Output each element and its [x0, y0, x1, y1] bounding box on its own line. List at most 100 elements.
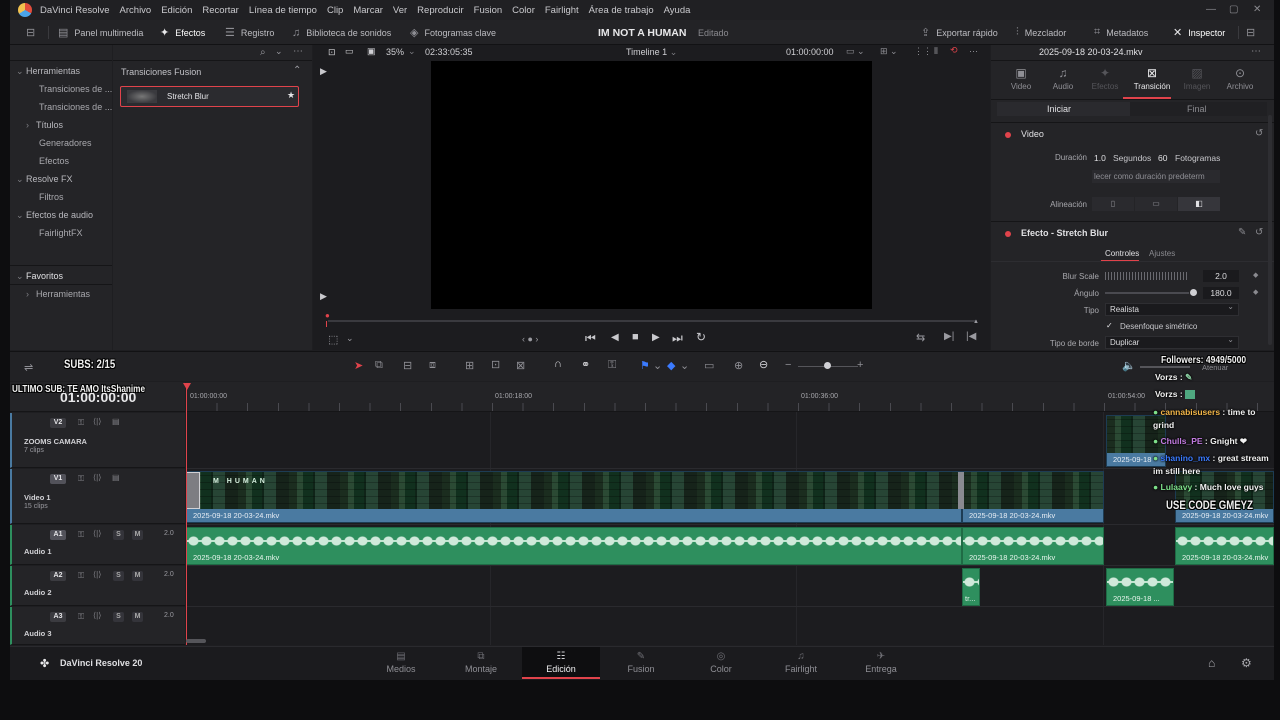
- lock-track-icon[interactable]: ⚿: [78, 530, 84, 540]
- sync-icon[interactable]: ⟲: [950, 45, 958, 61]
- home-icon[interactable]: ⌂: [1208, 656, 1215, 670]
- align-end-button[interactable]: ◧: [1178, 197, 1220, 211]
- inspector-scrollbar[interactable]: [1268, 115, 1272, 345]
- selection-tool-icon[interactable]: ➤: [354, 359, 363, 372]
- transition-handle[interactable]: [186, 472, 200, 509]
- sound-library-button[interactable]: ♫ Biblioteca de sonidos: [292, 20, 391, 45]
- blur-scale-slider[interactable]: [1105, 272, 1189, 280]
- track-video-enable-icon[interactable]: ▤: [112, 417, 120, 426]
- menu-archivo[interactable]: Archivo: [120, 5, 152, 16]
- play-icon[interactable]: ▶: [652, 332, 660, 343]
- page-entrega[interactable]: ✈ Entrega: [842, 647, 920, 679]
- subtab-iniciar[interactable]: Iniciar: [1047, 104, 1071, 114]
- zoom-dropdown-icon[interactable]: ⌄: [408, 46, 416, 62]
- subtab-final[interactable]: Final: [1187, 104, 1207, 114]
- v1-clip[interactable]: 2025-09-18 20-03-24.mkv: [962, 471, 1104, 523]
- maximize-icon[interactable]: ▢: [1229, 4, 1238, 15]
- menu-recortar[interactable]: Recortar: [202, 5, 238, 16]
- tree-fav-herramientas[interactable]: › Herramientas: [26, 289, 90, 299]
- mute-button[interactable]: M: [132, 571, 143, 581]
- angulo-slider[interactable]: [1105, 292, 1189, 294]
- solo-button[interactable]: S: [113, 571, 124, 581]
- close-icon[interactable]: ✕: [1253, 4, 1261, 15]
- next-edit-icon[interactable]: ▶|: [944, 331, 954, 342]
- menu-edicion[interactable]: Edición: [161, 5, 192, 16]
- align-center-button[interactable]: ▭: [1135, 197, 1177, 211]
- menu-clip[interactable]: Clip: [327, 5, 343, 16]
- tree-favoritos[interactable]: ⌄ Favoritos: [16, 271, 63, 282]
- viewer-options-icon[interactable]: ▭ ⌄: [846, 46, 865, 62]
- a1-clip[interactable]: 2025-09-18 20-03-24.mkv: [186, 527, 962, 565]
- inspector-more-icon[interactable]: ⋯: [1251, 46, 1261, 57]
- monitor-icon[interactable]: ▣: [367, 46, 376, 62]
- page-edicion[interactable]: ☷ Edición: [522, 647, 600, 679]
- fotogramas-value[interactable]: 60: [1158, 153, 1167, 163]
- effect-enable-dot[interactable]: [1005, 230, 1011, 237]
- jog-icon[interactable]: ‹ ● ›: [522, 334, 538, 344]
- menu-marcar[interactable]: Marcar: [353, 5, 383, 16]
- linked-selection-icon[interactable]: ⚭: [581, 358, 590, 371]
- blur-scale-value[interactable]: 2.0: [1203, 270, 1239, 282]
- quick-export-button[interactable]: ⇪ Exportar rápido: [921, 20, 998, 45]
- scope-icon[interactable]: ▭: [345, 46, 354, 62]
- scrubber-out-marker[interactable]: ▲: [973, 319, 979, 325]
- track-badge[interactable]: V2: [50, 418, 66, 428]
- video-section-header[interactable]: Video: [1005, 129, 1044, 139]
- prev-edit-icon[interactable]: |◀: [966, 331, 976, 342]
- crop-icon[interactable]: ⬚: [328, 333, 338, 346]
- tree-transiciones-video[interactable]: Transiciones de ...: [39, 84, 112, 94]
- menu-ver[interactable]: Ver: [393, 5, 407, 16]
- auto-select-icon[interactable]: ⟨|⟩: [93, 473, 101, 482]
- menu-linea-tiempo[interactable]: Línea de tiempo: [249, 5, 317, 16]
- viewer-more-icon[interactable]: ⋯: [969, 46, 978, 62]
- chevron-down-icon[interactable]: ⌄: [275, 46, 283, 57]
- tab-controles[interactable]: Controles: [1105, 249, 1139, 258]
- auto-select-icon[interactable]: ⟨|⟩: [93, 611, 101, 620]
- enable-dot[interactable]: [1005, 131, 1011, 138]
- tree-titulos[interactable]: › Títulos: [26, 120, 63, 130]
- timeline-scrollbar[interactable]: [186, 639, 206, 643]
- auto-select-icon[interactable]: ⟨|⟩: [93, 570, 101, 579]
- viewer-layout-icon[interactable]: ⊡: [328, 47, 336, 63]
- page-montaje[interactable]: ⧉ Montaje: [442, 647, 520, 679]
- a1-clip[interactable]: 2025-09-18 20-03-24.mkv: [962, 527, 1104, 565]
- menu-area-trabajo[interactable]: Área de trabajo: [589, 5, 654, 16]
- playhead-head[interactable]: [183, 383, 191, 390]
- solo-button[interactable]: S: [113, 530, 124, 540]
- menu-color[interactable]: Color: [512, 5, 535, 16]
- index-button[interactable]: ☰ Registro: [225, 20, 274, 45]
- tab-ajustes[interactable]: Ajustes: [1149, 249, 1175, 258]
- last-frame-icon[interactable]: ▶: [320, 291, 327, 302]
- inspector-tab-video[interactable]: ▣ Video: [999, 66, 1043, 91]
- metadata-button[interactable]: ⌗ Metadatos: [1094, 20, 1148, 45]
- v1-clip[interactable]: M HUMAN 2025-09-18 20-03-24.mkv: [186, 471, 962, 523]
- tree-efectos[interactable]: Efectos: [39, 156, 69, 166]
- keyframe-diamond-icon[interactable]: ◆: [1253, 271, 1258, 279]
- volume-slider[interactable]: [1140, 366, 1190, 368]
- effect-section-header[interactable]: Efecto - Stretch Blur: [1005, 228, 1108, 238]
- tree-fairlightfx[interactable]: FairlightFX: [39, 228, 83, 238]
- menu-ayuda[interactable]: Ayuda: [664, 5, 691, 16]
- zoom-custom-icon[interactable]: ⊖: [759, 358, 768, 371]
- page-fusion[interactable]: ✎ Fusion: [602, 647, 680, 679]
- inspector-tab-efectos[interactable]: ✦ Efectos: [1083, 66, 1127, 91]
- track-badge[interactable]: V1: [50, 474, 66, 484]
- minimize-icon[interactable]: —: [1206, 4, 1216, 15]
- a2-clip[interactable]: 2025-09-18 ...: [1106, 568, 1174, 606]
- audio-meter-icon[interactable]: ⦀: [934, 46, 938, 62]
- flag-dropdown-icon[interactable]: ⌄: [653, 359, 662, 372]
- lock-icon[interactable]: ⚿: [608, 359, 616, 372]
- inspector-tab-archivo[interactable]: ⊙ Archivo: [1218, 66, 1262, 91]
- mixer-button[interactable]: ⫶ Mezclador: [1016, 20, 1066, 45]
- a1-clip[interactable]: 2025-09-18 20-03-24.mkv: [1175, 527, 1274, 565]
- transform-icon[interactable]: ⊞ ⌄: [880, 46, 898, 62]
- track-badge[interactable]: A2: [50, 571, 66, 581]
- keyframe-diamond-icon[interactable]: ◆: [1253, 288, 1258, 296]
- auto-select-icon[interactable]: ⟨|⟩: [93, 417, 101, 426]
- track-badge[interactable]: A3: [50, 612, 66, 622]
- tree-resolve-fx[interactable]: ⌄ Resolve FX: [16, 174, 73, 185]
- overlay-icon[interactable]: ⋮⋮: [914, 46, 932, 62]
- volume-icon[interactable]: 🔈: [1122, 359, 1136, 372]
- stop-icon[interactable]: ■: [632, 331, 639, 343]
- align-start-button[interactable]: ▯: [1092, 197, 1134, 211]
